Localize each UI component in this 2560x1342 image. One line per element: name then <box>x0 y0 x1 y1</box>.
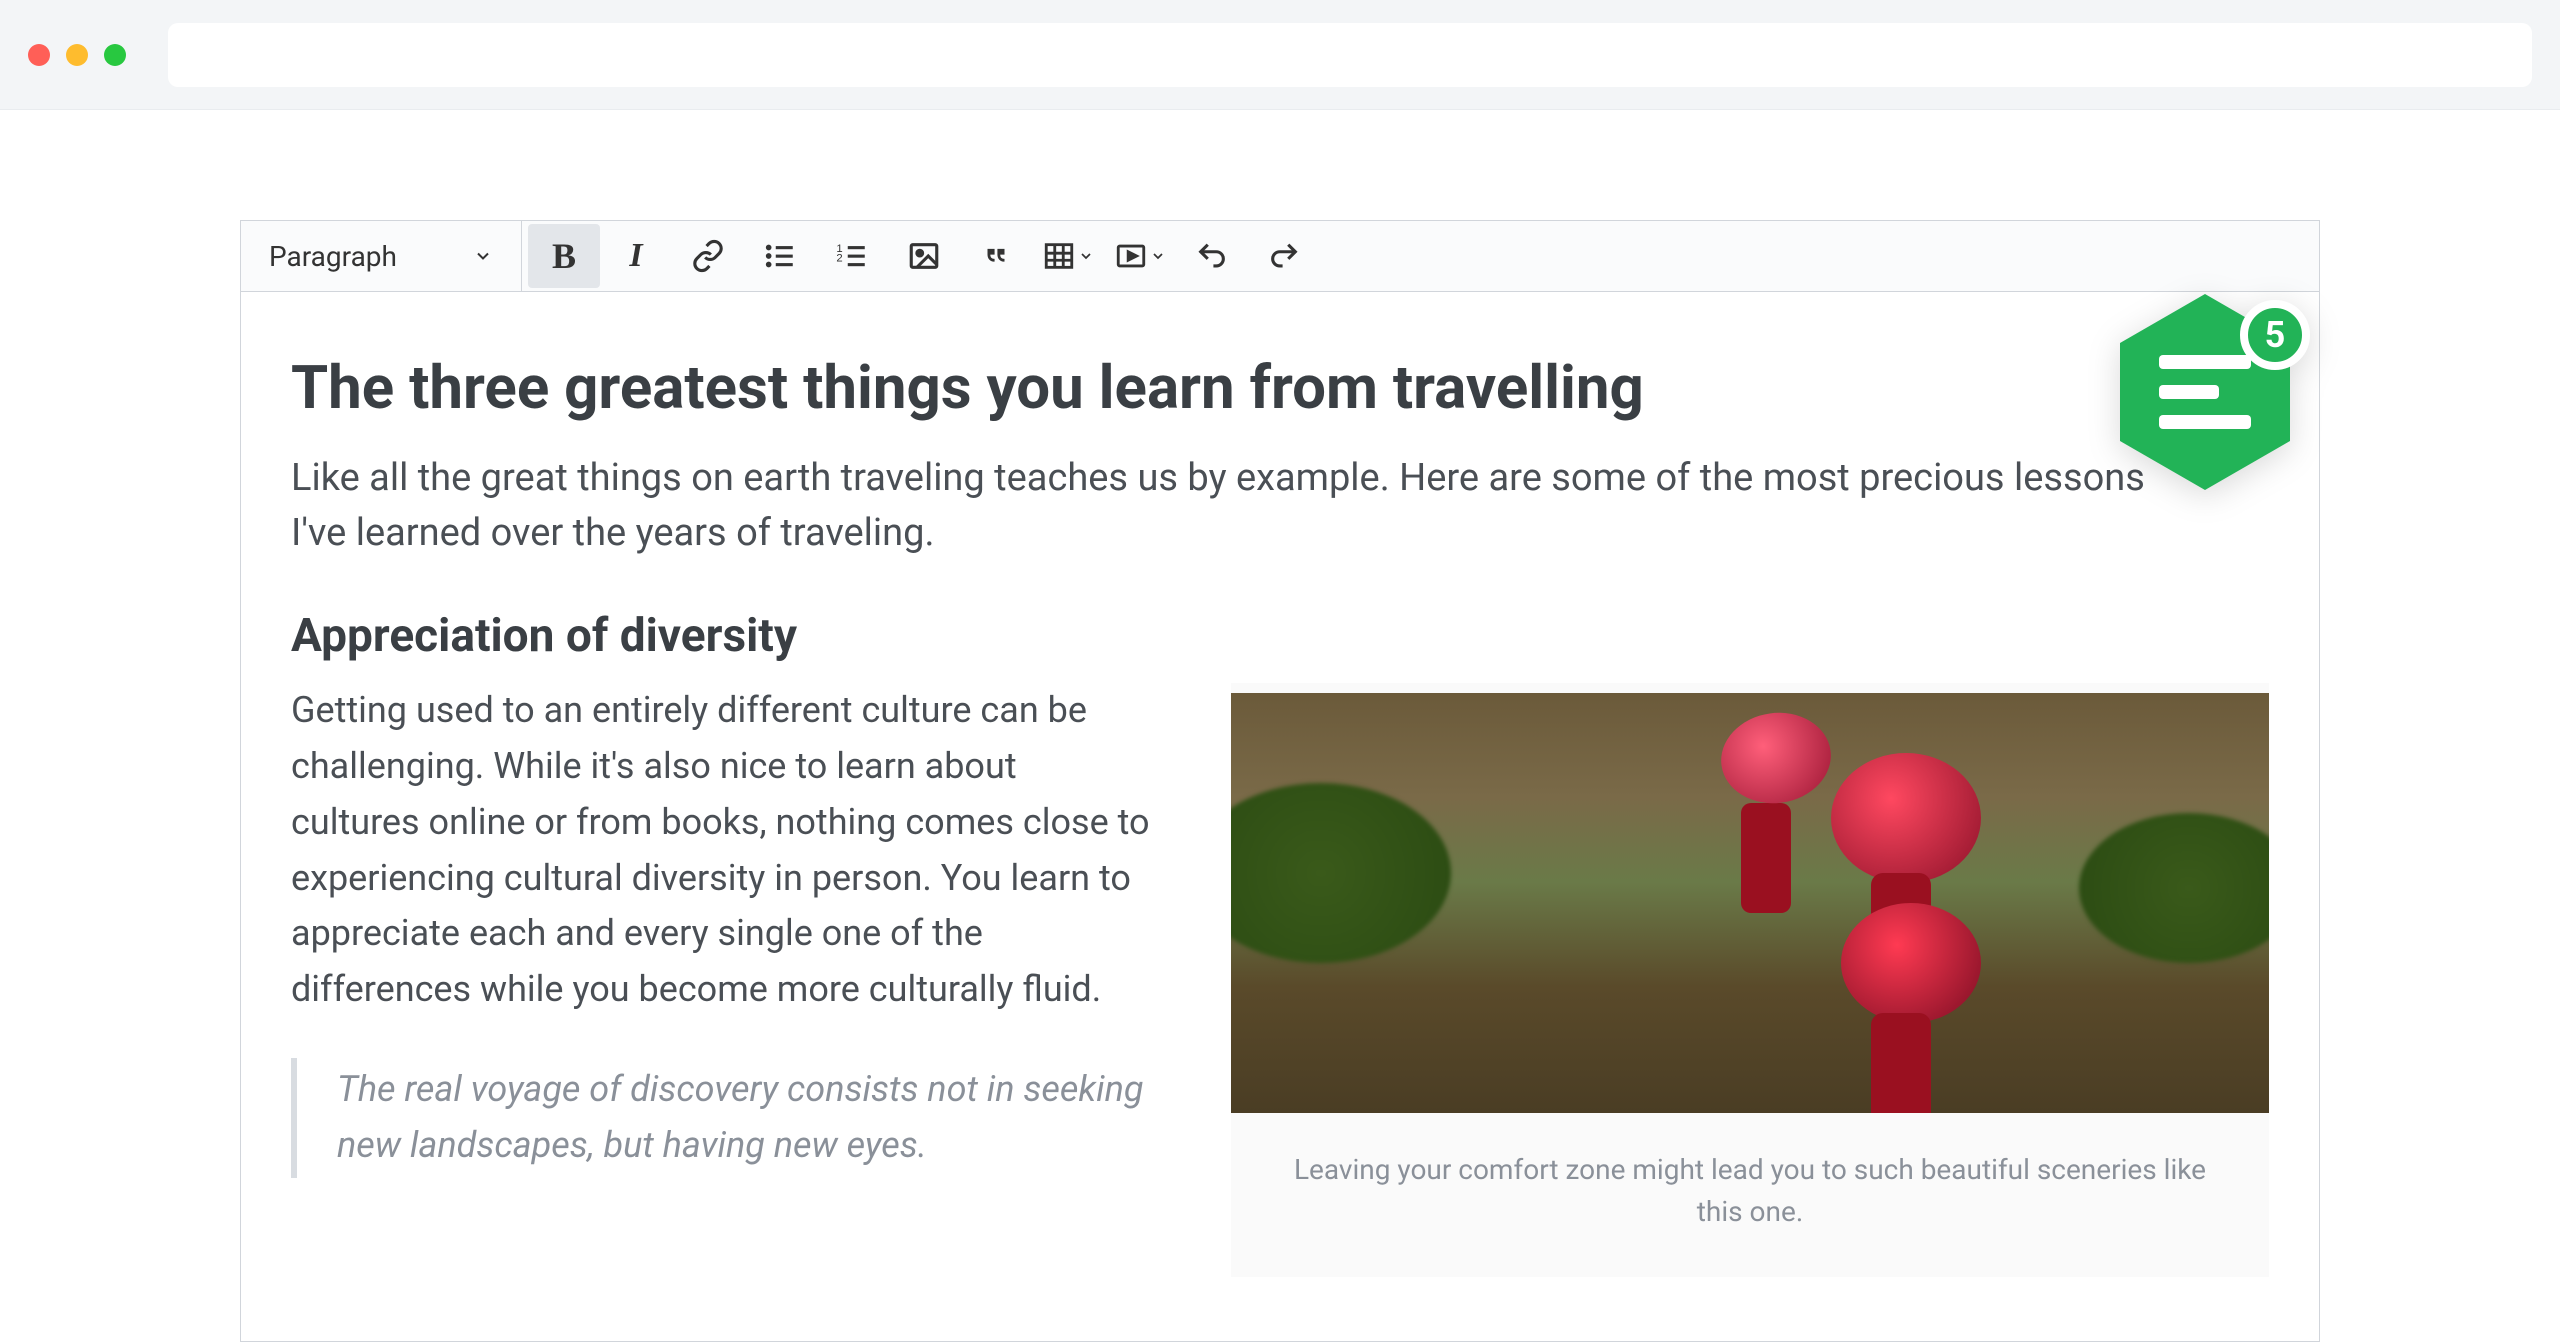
editor-toolbar: Paragraph B I 12 <box>240 220 2320 292</box>
chevron-down-icon <box>1078 248 1094 264</box>
decorative-greenery <box>1231 783 1451 963</box>
text-column: Getting used to an entirely different cu… <box>291 683 1151 1177</box>
redo-icon <box>1267 239 1301 273</box>
decorative-umbrella <box>1841 903 1981 1023</box>
decorative-figure <box>1871 1013 1931 1113</box>
paragraph-style-label: Paragraph <box>269 240 397 273</box>
section-body[interactable]: Getting used to an entirely different cu… <box>291 683 1151 1018</box>
comments-badge[interactable]: 5 <box>2120 294 2310 494</box>
undo-icon <box>1195 239 1229 273</box>
figure-image[interactable] <box>1231 693 2269 1113</box>
browser-chrome <box>0 0 2560 110</box>
lead-paragraph[interactable]: Like all the great things on earth trave… <box>291 451 2171 561</box>
undo-button[interactable] <box>1176 224 1248 288</box>
bulleted-list-icon <box>763 239 797 273</box>
chevron-down-icon <box>1150 248 1166 264</box>
bold-icon: B <box>552 235 576 277</box>
window-close-button[interactable] <box>28 44 50 66</box>
decorative-umbrella <box>1715 706 1836 810</box>
window-controls <box>28 44 126 66</box>
insert-table-button[interactable] <box>1032 224 1104 288</box>
editor-content[interactable]: The three greatest things you learn from… <box>240 292 2320 1342</box>
italic-icon: I <box>629 237 642 275</box>
chevron-down-icon <box>473 246 493 266</box>
window-zoom-button[interactable] <box>104 44 126 66</box>
svg-text:2: 2 <box>836 253 842 265</box>
address-bar[interactable] <box>168 23 2532 87</box>
section-heading[interactable]: Appreciation of diversity <box>291 609 2269 663</box>
decorative-greenery <box>2079 813 2269 963</box>
badge-count: 5 <box>2240 300 2310 370</box>
blockquote-icon <box>979 239 1013 273</box>
image-icon <box>907 239 941 273</box>
window-minimize-button[interactable] <box>66 44 88 66</box>
figure-caption[interactable]: Leaving your comfort zone might lead you… <box>1231 1113 2269 1277</box>
two-column-layout: Getting used to an entirely different cu… <box>291 683 2269 1277</box>
bold-button[interactable]: B <box>528 224 600 288</box>
redo-button[interactable] <box>1248 224 1320 288</box>
page-area: Paragraph B I 12 <box>0 110 2560 1326</box>
numbered-list-icon: 12 <box>835 239 869 273</box>
blockquote[interactable]: The real voyage of discovery consists no… <box>291 1058 1151 1178</box>
table-icon <box>1042 239 1076 273</box>
paragraph-style-select[interactable]: Paragraph <box>241 240 521 273</box>
italic-button[interactable]: I <box>600 224 672 288</box>
decorative-figure <box>1741 803 1791 913</box>
insert-image-button[interactable] <box>888 224 960 288</box>
blockquote-button[interactable] <box>960 224 1032 288</box>
editor-frame: Paragraph B I 12 <box>240 220 2320 1342</box>
document-title[interactable]: The three greatest things you learn from… <box>291 352 2269 423</box>
link-icon <box>691 239 725 273</box>
numbered-list-button[interactable]: 12 <box>816 224 888 288</box>
decorative-umbrella <box>1831 753 1981 883</box>
media-icon <box>1114 239 1148 273</box>
insert-media-button[interactable] <box>1104 224 1176 288</box>
bulleted-list-button[interactable] <box>744 224 816 288</box>
link-button[interactable] <box>672 224 744 288</box>
figure[interactable]: Leaving your comfort zone might lead you… <box>1231 683 2269 1277</box>
left-rail-divider <box>0 110 8 1326</box>
